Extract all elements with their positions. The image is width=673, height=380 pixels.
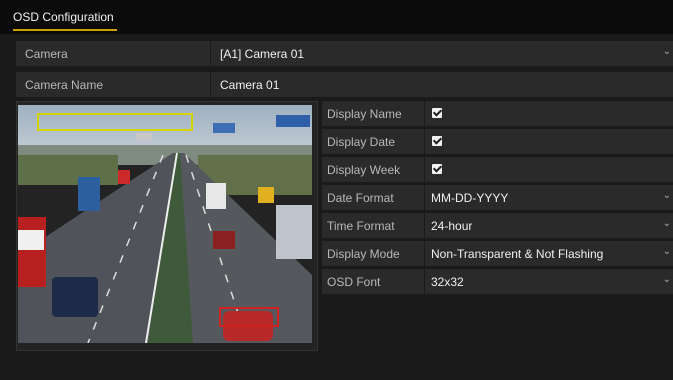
camera-name-field[interactable]: Camera Name Camera 01 xyxy=(16,72,673,97)
divider xyxy=(424,213,425,238)
osd-font-select[interactable]: OSD Font 32x32 ⌄ xyxy=(322,269,673,294)
display-name-checkbox[interactable] xyxy=(432,108,442,118)
divider xyxy=(424,241,425,266)
camera-name-value: Camera 01 xyxy=(220,78,280,92)
chevron-down-icon: ⌄ xyxy=(662,218,671,229)
osd-settings-list: Display Name Display Date Display Week D… xyxy=(322,101,673,296)
display-date-row[interactable]: Display Date xyxy=(322,129,673,154)
header-bar: OSD Configuration xyxy=(0,0,673,34)
camera-name-label: Camera Name xyxy=(25,78,104,92)
camera-select[interactable]: Camera [A1] Camera 01 ⌄ xyxy=(16,41,673,66)
display-week-checkbox[interactable] xyxy=(432,164,442,174)
divider xyxy=(424,129,425,154)
divider xyxy=(424,101,425,126)
divider xyxy=(424,185,425,210)
date-format-label: Date Format xyxy=(327,191,394,205)
divider xyxy=(210,41,211,66)
divider xyxy=(424,269,425,294)
osd-font-value: 32x32 xyxy=(431,275,464,289)
camera-preview xyxy=(18,105,312,343)
display-week-label: Display Week xyxy=(327,163,401,177)
time-format-value: 24-hour xyxy=(431,219,473,233)
chevron-down-icon: ⌄ xyxy=(662,46,671,57)
camera-value: [A1] Camera 01 xyxy=(220,47,305,61)
time-format-label: Time Format xyxy=(327,219,395,233)
name-osd-overlay[interactable] xyxy=(219,307,279,327)
display-date-label: Display Date xyxy=(327,135,396,149)
display-mode-label: Display Mode xyxy=(327,247,400,261)
display-name-label: Display Name xyxy=(327,107,402,121)
time-format-select[interactable]: Time Format 24-hour ⌄ xyxy=(322,213,673,238)
chevron-down-icon: ⌄ xyxy=(662,274,671,285)
display-mode-select[interactable]: Display Mode Non-Transparent & Not Flash… xyxy=(322,241,673,266)
display-mode-value: Non-Transparent & Not Flashing xyxy=(431,247,604,261)
divider xyxy=(210,72,211,97)
tab-active-indicator xyxy=(13,29,117,31)
divider xyxy=(424,157,425,182)
camera-label: Camera xyxy=(25,47,68,61)
display-name-row[interactable]: Display Name xyxy=(322,101,673,126)
date-format-value: MM-DD-YYYY xyxy=(431,191,509,205)
chevron-down-icon: ⌄ xyxy=(662,246,671,257)
chevron-down-icon: ⌄ xyxy=(662,190,671,201)
date-format-select[interactable]: Date Format MM-DD-YYYY ⌄ xyxy=(322,185,673,210)
osd-font-label: OSD Font xyxy=(327,275,381,289)
display-date-checkbox[interactable] xyxy=(432,136,442,146)
date-osd-overlay[interactable] xyxy=(37,113,193,131)
display-week-row[interactable]: Display Week xyxy=(322,157,673,182)
tab-osd-configuration[interactable]: OSD Configuration xyxy=(13,10,114,24)
